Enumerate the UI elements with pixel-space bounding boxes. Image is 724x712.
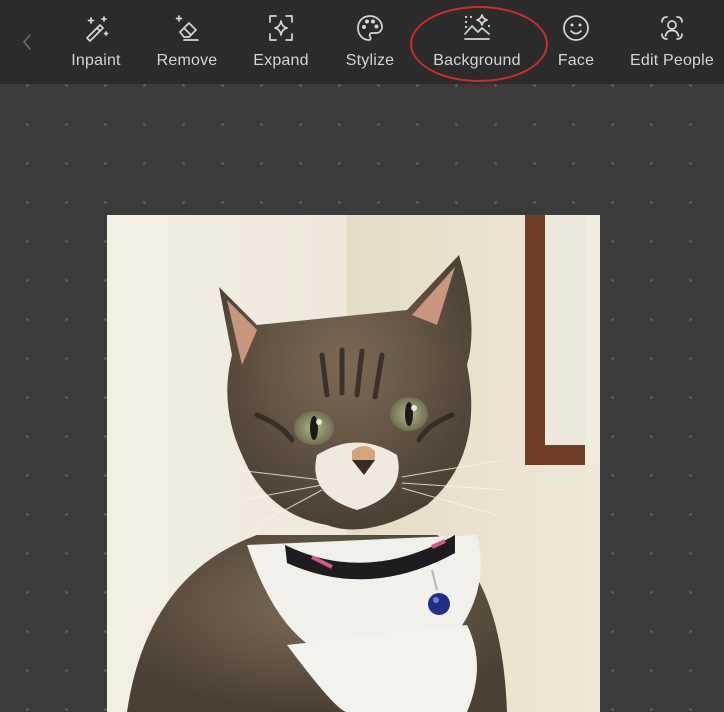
- magic-wand-icon: [86, 16, 109, 42]
- tool-face[interactable]: Face: [554, 12, 598, 74]
- tool-stylize[interactable]: Stylize: [342, 12, 398, 74]
- tool-edit-people[interactable]: Edit People: [628, 12, 716, 74]
- tool-inpaint[interactable]: Inpaint: [66, 12, 126, 74]
- tool-label: Inpaint: [71, 52, 121, 69]
- highlight-annotation: [410, 6, 548, 82]
- tool-label: Expand: [253, 52, 309, 69]
- smiley-face-icon: [563, 15, 589, 41]
- cat-photo[interactable]: [107, 215, 600, 712]
- tool-label: Edit People: [629, 52, 715, 69]
- eraser-icon: [175, 15, 199, 41]
- palette-icon: [357, 15, 383, 41]
- toolbar: Inpaint Remove Expand Stylize Background…: [0, 0, 724, 84]
- tool-label: Remove: [156, 52, 218, 69]
- cat-image: [107, 215, 600, 712]
- tool-label: Face: [557, 52, 595, 69]
- tool-expand[interactable]: Expand: [250, 12, 312, 74]
- tool-remove[interactable]: Remove: [154, 12, 220, 74]
- tool-label: Stylize: [345, 52, 395, 69]
- expand-sparkle-icon: [269, 15, 293, 41]
- person-scan-icon: [661, 16, 683, 40]
- chevron-left-icon[interactable]: [18, 30, 36, 54]
